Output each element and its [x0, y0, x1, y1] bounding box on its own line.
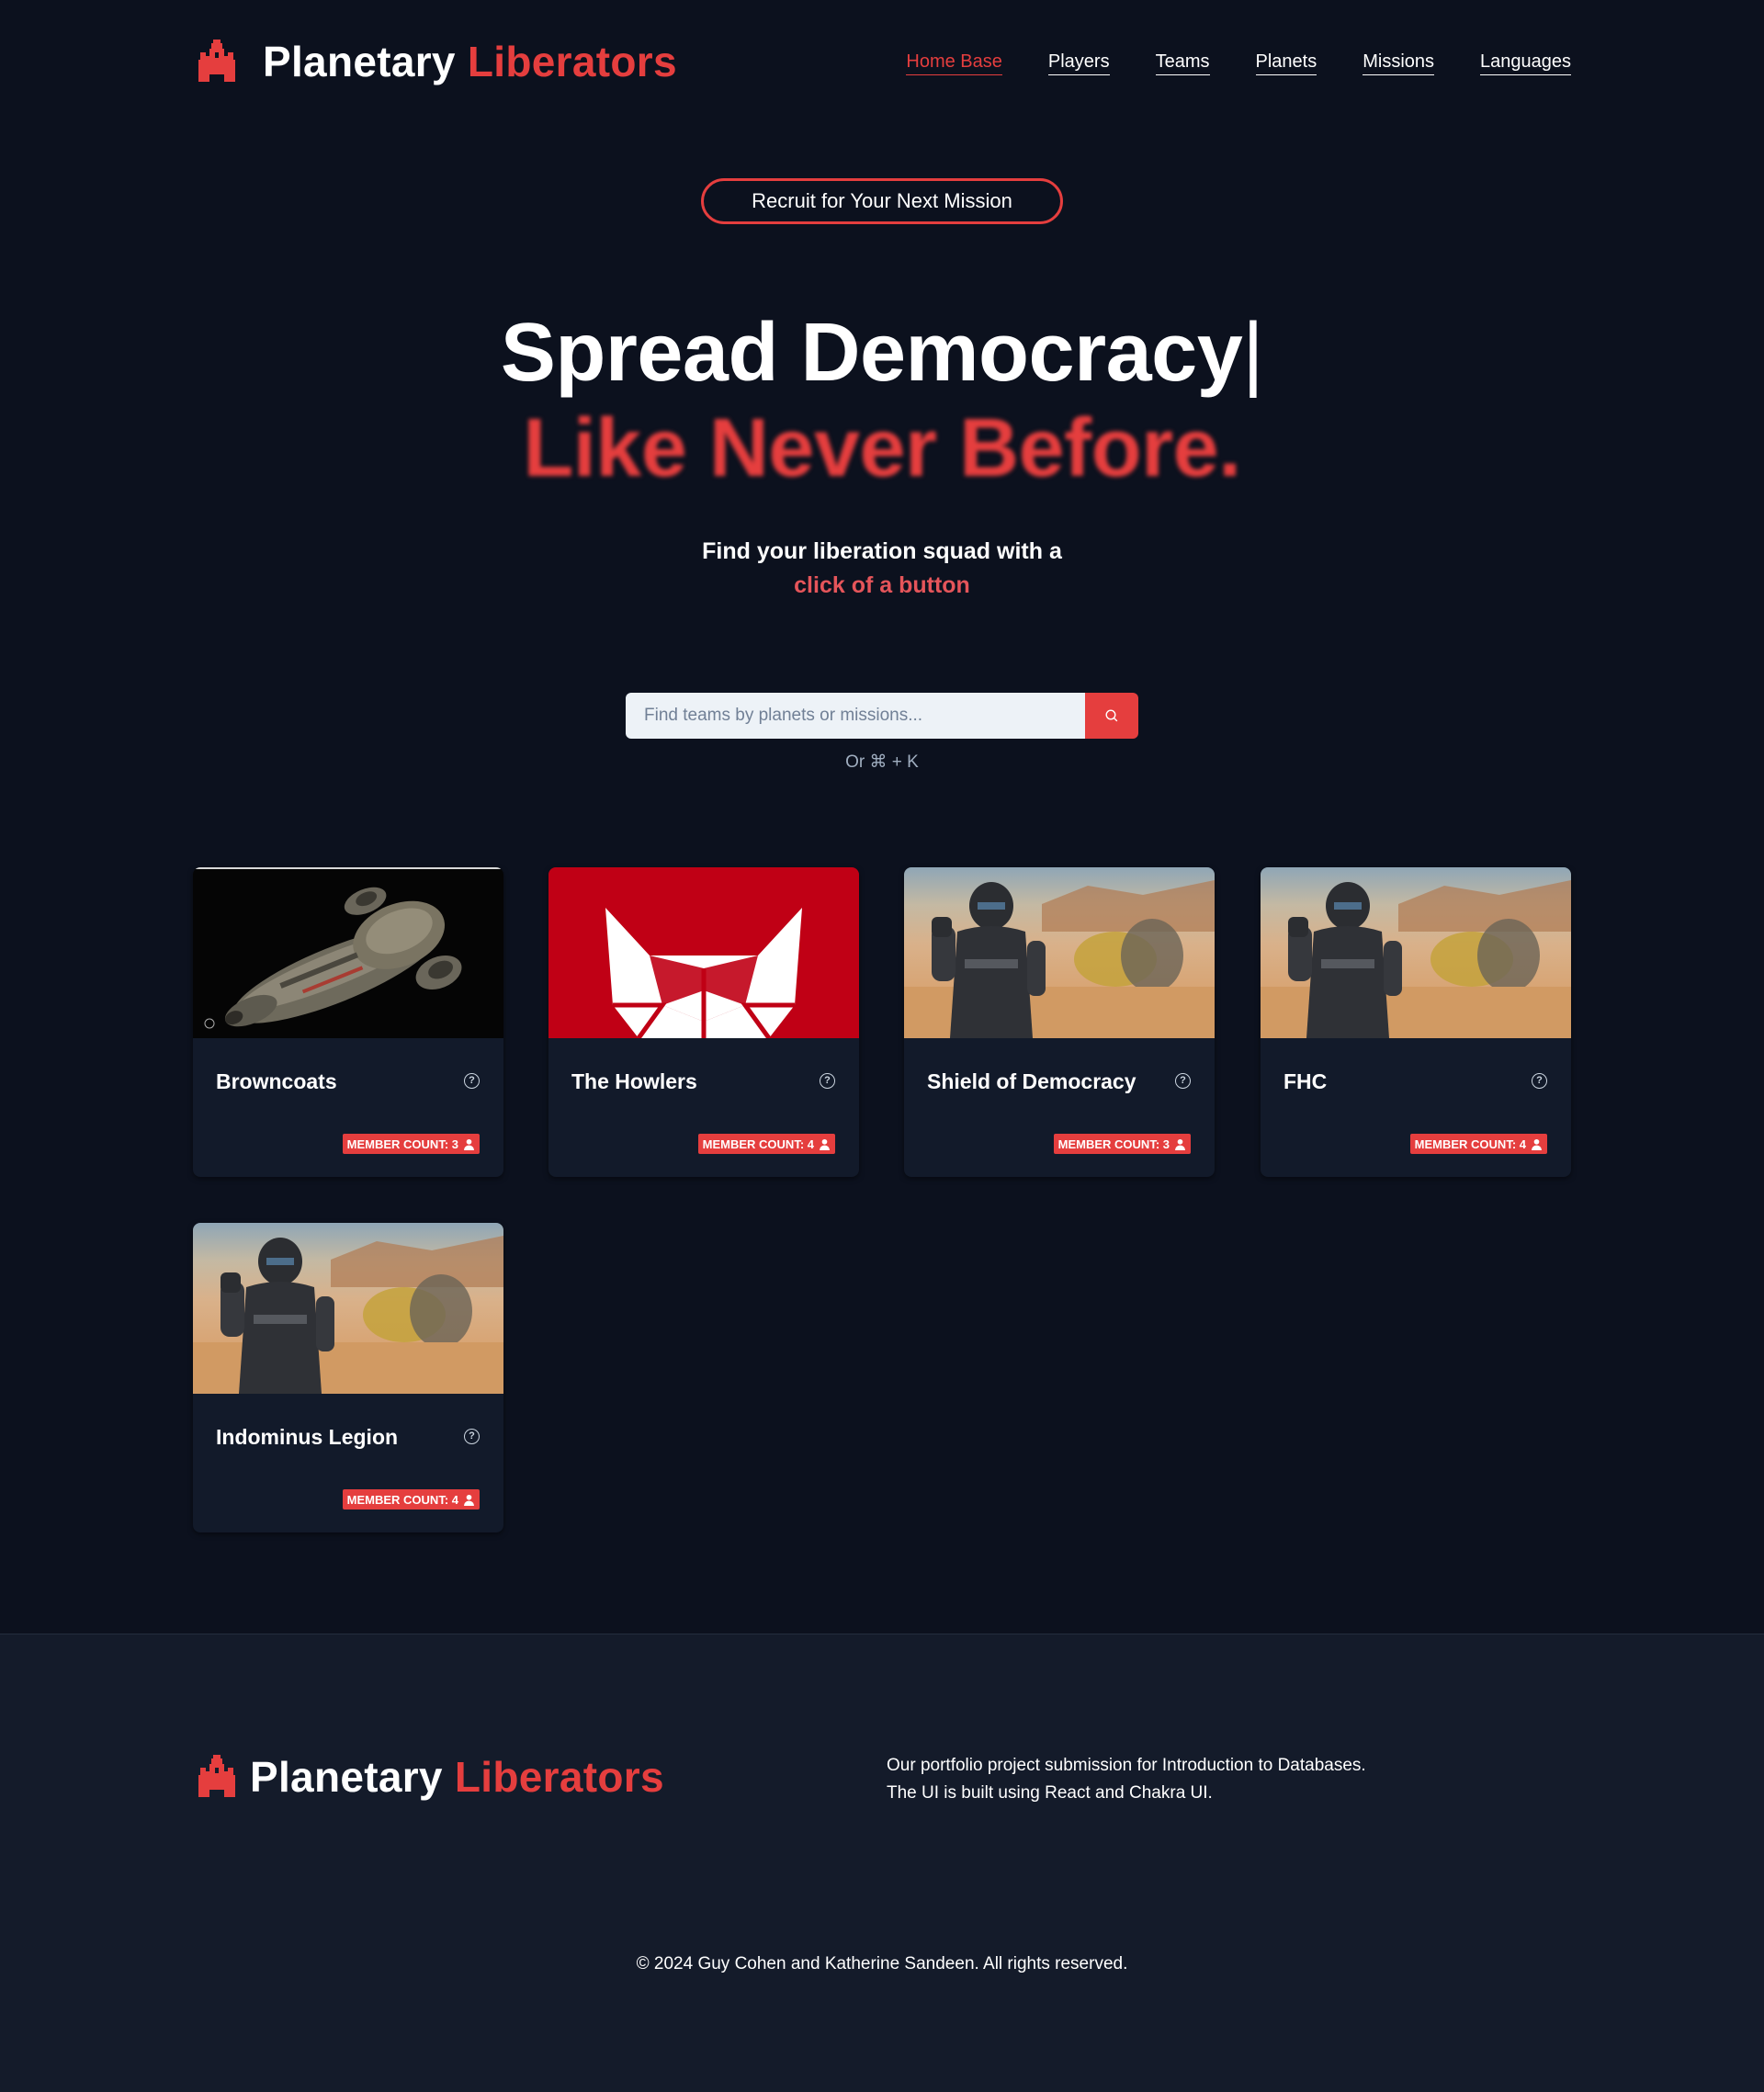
member-count-label: MEMBER COUNT: 4 — [346, 1492, 458, 1507]
member-count-badge: MEMBER COUNT: 3 — [342, 1134, 480, 1154]
member-count-badge: MEMBER COUNT: 3 — [1053, 1134, 1191, 1154]
help-icon[interactable]: ? — [820, 1073, 835, 1089]
member-count-badge: MEMBER COUNT: 4 — [342, 1489, 480, 1510]
nav-planets[interactable]: Planets — [1255, 50, 1317, 75]
typing-cursor: | — [1242, 307, 1264, 399]
tagline-line2: click of a button — [794, 572, 970, 598]
brand-logo[interactable]: Planetary Liberators — [193, 37, 677, 86]
brand-name-part1: Planetary — [250, 1753, 443, 1801]
user-icon — [820, 1138, 830, 1150]
copyright-text: © 2024 Guy Cohen and Katherine Sandeen. … — [636, 1954, 1128, 1973]
soldier-illustration — [193, 1236, 503, 1394]
nav-players[interactable]: Players — [1047, 50, 1110, 75]
team-image-spaceship — [193, 867, 503, 1038]
team-image-helldiver-soldier — [193, 1223, 503, 1394]
team-name: FHC — [1283, 1069, 1328, 1093]
search-icon — [1105, 709, 1118, 722]
team-image-helldiver-soldier — [1261, 867, 1571, 1038]
footer-brand-name: Planetary Liberators — [250, 1752, 664, 1802]
team-card-browncoats[interactable]: Browncoats ? MEMBER COUNT: 3 — [193, 867, 503, 1177]
rocket-icon — [198, 40, 235, 82]
user-icon — [464, 1494, 474, 1506]
rocket-icon — [198, 1755, 235, 1797]
search-input[interactable] — [626, 693, 1085, 739]
main-nav: Home Base Players Teams Planets Missions… — [906, 50, 1571, 75]
user-icon — [1532, 1138, 1542, 1150]
tagline-line1: Find your liberation squad with a — [702, 538, 1062, 564]
team-card-fhc[interactable]: FHC ? MEMBER COUNT: 4 — [1261, 867, 1571, 1177]
team-search — [626, 693, 1138, 739]
team-name: Indominus Legion — [216, 1425, 399, 1449]
footer-description: Our portfolio project submission for Int… — [887, 1752, 1366, 1807]
wolf-emblem-illustration — [605, 908, 802, 1038]
footer-desc-line2: The UI is built using React and Chakra U… — [887, 1783, 1213, 1803]
brand-name-part2: Liberators — [454, 1753, 664, 1801]
team-card-shield-of-democracy[interactable]: Shield of Democracy ? MEMBER COUNT: 3 — [904, 867, 1215, 1177]
member-count-label: MEMBER COUNT: 4 — [702, 1136, 814, 1151]
hero-subtitle: Like Never Before. — [523, 402, 1241, 494]
member-count-badge: MEMBER COUNT: 4 — [697, 1134, 835, 1154]
help-icon[interactable]: ? — [464, 1429, 480, 1444]
footer-brand-logo[interactable]: Planetary Liberators — [193, 1752, 664, 1802]
hero-tagline: Find your liberation squad with a click … — [0, 535, 1764, 603]
search-button[interactable] — [1085, 693, 1138, 739]
brand-name: Planetary Liberators — [263, 37, 677, 86]
team-image-wolf-emblem — [548, 867, 859, 1038]
team-image-helldiver-soldier — [904, 867, 1215, 1038]
member-count-label: MEMBER COUNT: 3 — [346, 1136, 458, 1151]
team-name: Shield of Democracy — [927, 1069, 1136, 1093]
member-count-label: MEMBER COUNT: 3 — [1057, 1136, 1170, 1151]
help-icon[interactable]: ? — [1532, 1073, 1547, 1089]
member-count-label: MEMBER COUNT: 4 — [1414, 1136, 1526, 1151]
nav-home-base[interactable]: Home Base — [906, 50, 1002, 75]
nav-languages[interactable]: Languages — [1480, 50, 1571, 75]
team-card-indominus-legion[interactable]: Indominus Legion ? MEMBER COUNT: 4 — [193, 1223, 503, 1532]
soldier-illustration — [904, 880, 1215, 1038]
site-header: Planetary Liberators Home Base Players T… — [0, 0, 1764, 129]
nav-missions[interactable]: Missions — [1363, 50, 1435, 75]
hero-title: Spread Democracy| — [0, 305, 1764, 401]
team-card-the-howlers[interactable]: The Howlers ? MEMBER COUNT: 4 — [548, 867, 859, 1177]
nav-teams[interactable]: Teams — [1155, 50, 1210, 75]
recruit-button[interactable]: Recruit for Your Next Mission — [701, 178, 1063, 224]
site-footer: Planetary Liberators Our portfolio proje… — [0, 1634, 1764, 2092]
member-count-badge: MEMBER COUNT: 4 — [1409, 1134, 1547, 1154]
help-icon[interactable]: ? — [1175, 1073, 1191, 1089]
spaceship-illustration — [193, 867, 503, 1029]
team-name: Browncoats — [216, 1069, 337, 1093]
footer-desc-line1: Our portfolio project submission for Int… — [887, 1756, 1366, 1775]
soldier-illustration — [1261, 880, 1571, 1038]
brand-name-part2: Liberators — [467, 38, 677, 85]
hero-title-text: Spread Democracy — [500, 307, 1243, 399]
user-icon — [1175, 1138, 1185, 1150]
search-shortcut-hint: Or ⌘ + K — [845, 752, 919, 772]
help-icon[interactable]: ? — [464, 1073, 480, 1089]
user-icon — [464, 1138, 474, 1150]
brand-name-part1: Planetary — [263, 38, 456, 85]
team-name: The Howlers — [571, 1069, 697, 1093]
